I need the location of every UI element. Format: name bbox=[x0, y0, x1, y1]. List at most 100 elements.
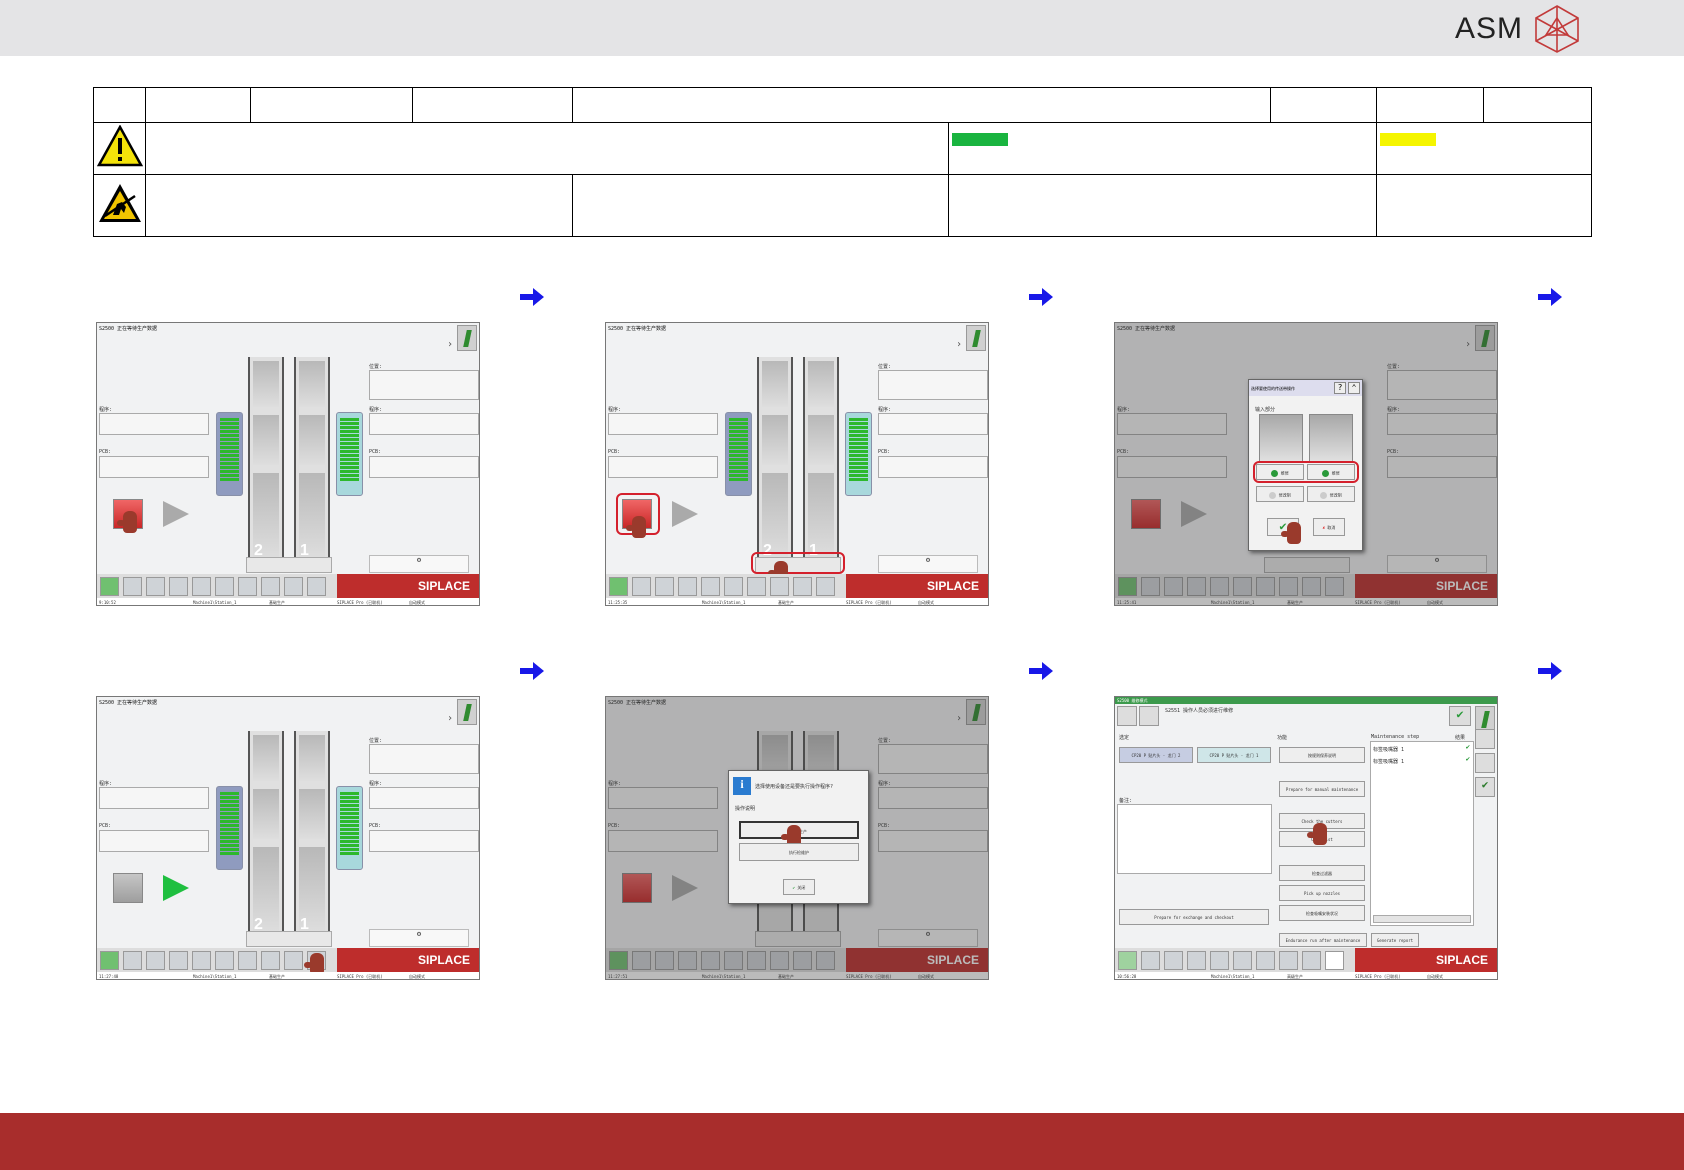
toolbar-pen-icon[interactable] bbox=[261, 951, 280, 970]
toolbar-grid-icon[interactable] bbox=[632, 577, 651, 596]
robot-settings-button[interactable]: ⚙ bbox=[878, 555, 978, 573]
head-2-button[interactable]: CP20 P 贴片头 - 龙门 2 bbox=[1119, 747, 1193, 763]
magazine-right[interactable] bbox=[336, 786, 363, 870]
toolbar-tool-icon[interactable] bbox=[816, 577, 835, 596]
lane-2: 2 bbox=[757, 357, 793, 562]
option-c-button[interactable]: 修改制 bbox=[1256, 486, 1304, 502]
toolbar-gear-icon[interactable] bbox=[284, 577, 303, 596]
toolbar-save-icon[interactable] bbox=[678, 577, 697, 596]
play-button[interactable] bbox=[163, 501, 189, 527]
play-button[interactable] bbox=[163, 875, 189, 901]
toolbar-book-icon[interactable] bbox=[701, 577, 720, 596]
endurance-run-button[interactable]: Endurance run after maintenance bbox=[1279, 933, 1367, 947]
chevron-right-icon[interactable]: › bbox=[447, 339, 453, 350]
option-d-button[interactable]: 修改制 bbox=[1307, 486, 1355, 502]
toolbar-pen-icon[interactable] bbox=[770, 577, 789, 596]
toolbar-camera-icon[interactable] bbox=[238, 577, 257, 596]
side-nozzle-icon[interactable] bbox=[1475, 729, 1495, 749]
toolbar-chart-icon[interactable] bbox=[146, 951, 165, 970]
toolbar-chart-icon[interactable] bbox=[146, 577, 165, 596]
help-button[interactable]: ? bbox=[1334, 382, 1346, 394]
chevron-right-icon[interactable]: › bbox=[447, 713, 453, 724]
toolbar-graph-icon[interactable] bbox=[1233, 951, 1252, 970]
pickup-nozzles-button[interactable]: Pick up nozzles bbox=[1279, 885, 1365, 901]
toolbar-camera-icon[interactable] bbox=[1256, 951, 1275, 970]
screen-title: S2500 维修模式 bbox=[1117, 698, 1148, 703]
nozzle-status-button[interactable]: 检查吸嘴安装状况 bbox=[1279, 905, 1365, 921]
maintenance-step-list: 标签吸嘴器 1 ✔ 标签吸嘴器 1 ✔ bbox=[1370, 741, 1474, 926]
conveyor-button[interactable] bbox=[246, 557, 332, 573]
side-check-icon[interactable]: ✔ bbox=[1475, 777, 1495, 797]
stop-button[interactable] bbox=[113, 873, 143, 903]
magazine-right[interactable] bbox=[336, 412, 363, 496]
toolbar-camera-icon[interactable] bbox=[747, 577, 766, 596]
toolbar-save-icon[interactable] bbox=[1187, 951, 1206, 970]
nozzle-status-label: 检查吸嘴安装状况 bbox=[1306, 911, 1338, 916]
toolbar-grid-icon[interactable] bbox=[1141, 951, 1160, 970]
prepare-exchange-button[interactable]: Prepare for exchange and checkout bbox=[1119, 909, 1269, 925]
toolbar-tool-icon[interactable] bbox=[307, 577, 326, 596]
toolbar-grid-icon[interactable] bbox=[123, 577, 142, 596]
toolbar-graph-icon[interactable] bbox=[215, 577, 234, 596]
collapse-button[interactable]: ⌃ bbox=[1348, 382, 1360, 394]
toolbar-graph-icon[interactable] bbox=[724, 577, 743, 596]
info-icon[interactable] bbox=[966, 325, 986, 351]
step-column-label: Maintenance step bbox=[1371, 734, 1420, 740]
note-field[interactable] bbox=[1117, 804, 1272, 874]
toolbar-home-icon[interactable] bbox=[100, 951, 119, 970]
toolbar-home-icon[interactable] bbox=[609, 577, 628, 596]
toolbar-save-icon[interactable] bbox=[169, 951, 188, 970]
toolbar-pen-icon[interactable] bbox=[1279, 951, 1298, 970]
generate-report-button[interactable]: Generate report bbox=[1371, 933, 1419, 947]
manual-maintenance-button[interactable]: Prepare for manual maintenance bbox=[1279, 781, 1365, 797]
program-field-right bbox=[369, 413, 479, 435]
toolbar-pen-icon[interactable] bbox=[261, 577, 280, 596]
toolbar-book-icon[interactable] bbox=[1210, 951, 1229, 970]
toolbar-book-icon[interactable] bbox=[192, 577, 211, 596]
warning-triangle-icon bbox=[96, 124, 143, 167]
play-button[interactable] bbox=[672, 501, 698, 527]
head-1-button[interactable]: CP20 P 贴片头 - 龙门 1 bbox=[1197, 747, 1271, 763]
toolbar-chart-icon[interactable] bbox=[1164, 951, 1183, 970]
side-list-icon[interactable] bbox=[1475, 753, 1495, 773]
conveyor-dialog: 选择要使用的传送带操作 ? ⌃ 输入部分 维修 维修 修改制 修改制 ✔ ✘ 取… bbox=[1248, 379, 1363, 551]
toolbar-save-icon[interactable] bbox=[169, 577, 188, 596]
function-1-button[interactable]: 按规则保养说明 bbox=[1279, 747, 1365, 763]
toolbar-tool-icon[interactable] bbox=[1325, 951, 1344, 970]
chevron-right-icon[interactable]: › bbox=[956, 339, 962, 350]
manual-maintenance-label: Prepare for manual maintenance bbox=[1285, 787, 1359, 792]
cancel-button[interactable]: ✘ 取消 bbox=[1313, 518, 1345, 536]
magazine-left[interactable] bbox=[725, 412, 752, 496]
magazine-right[interactable] bbox=[845, 412, 872, 496]
toolbar-gear-icon[interactable] bbox=[1302, 951, 1321, 970]
magazine-left[interactable] bbox=[216, 412, 243, 496]
robot-settings-button[interactable]: ⚙ bbox=[369, 555, 469, 573]
hand-pointer-icon bbox=[1307, 823, 1327, 845]
tool-icon[interactable] bbox=[1139, 706, 1159, 726]
check-icon[interactable]: ✔ bbox=[1449, 706, 1471, 726]
info-icon[interactable] bbox=[1117, 706, 1137, 726]
toolbar-chart-icon[interactable] bbox=[655, 577, 674, 596]
magazine-left[interactable] bbox=[216, 786, 243, 870]
siplace-brand: SIPLACE bbox=[1355, 948, 1497, 972]
toolbar-gear-icon[interactable] bbox=[793, 577, 812, 596]
toolbar-camera-icon[interactable] bbox=[238, 951, 257, 970]
horizontal-scrollbar[interactable] bbox=[1373, 915, 1471, 923]
check-filter-button[interactable]: 检查过滤器 bbox=[1279, 865, 1365, 881]
conveyor-button[interactable] bbox=[246, 931, 332, 947]
robot-settings-button[interactable]: ⚙ bbox=[369, 929, 469, 947]
info-icon[interactable] bbox=[457, 699, 477, 725]
info-icon[interactable] bbox=[457, 325, 477, 351]
maintenance-button[interactable]: 执行检维护 bbox=[739, 843, 859, 861]
toolbar-graph-icon[interactable] bbox=[215, 951, 234, 970]
program-label-right: 程序: bbox=[369, 407, 383, 413]
toolbar-book-icon[interactable] bbox=[192, 951, 211, 970]
toolbar-grid-icon[interactable] bbox=[123, 951, 142, 970]
status-pro: SIPLACE Pro (已联机) bbox=[337, 600, 383, 605]
close-button[interactable]: ✔ 关闭 bbox=[783, 879, 815, 895]
toolbar-gear-icon[interactable] bbox=[284, 951, 303, 970]
screen-5: S2500 正在等待生产数据 › 程序: PCB: 位置: 程序: PCB: ⚙… bbox=[605, 696, 989, 980]
toolbar-home-icon[interactable] bbox=[1118, 951, 1137, 970]
status-station: Machine1\Station_1 bbox=[193, 974, 237, 979]
toolbar-home-icon[interactable] bbox=[100, 577, 119, 596]
